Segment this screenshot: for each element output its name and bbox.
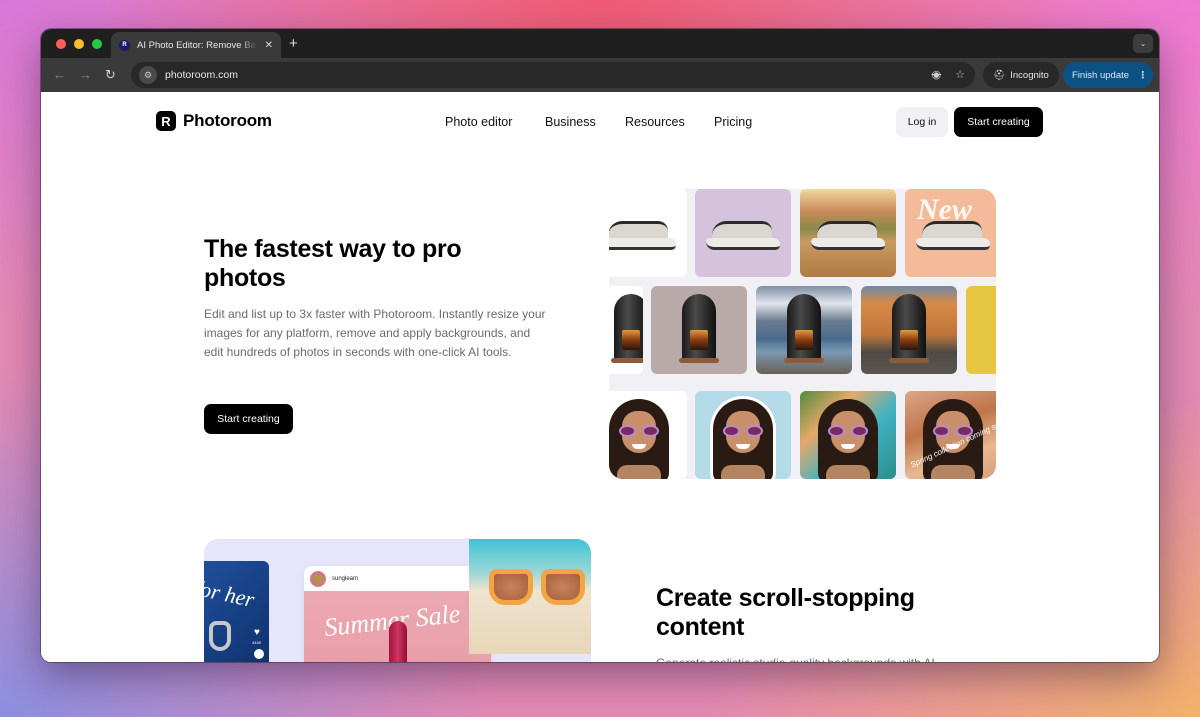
like-count: 4445: [252, 640, 261, 645]
gallery-tile-sneaker-peach: New: [905, 189, 996, 277]
gallery-tile-portrait-blue: [695, 391, 791, 479]
gallery-tile-portrait-beach: Spring collection coming soon: [905, 391, 996, 479]
for-her-text: for her: [204, 574, 257, 613]
start-creating-header-button[interactable]: Start creating: [954, 107, 1043, 137]
sunglasses-beach-image: [469, 539, 591, 654]
forward-arrow-icon[interactable]: →: [79, 67, 92, 82]
post-header: sungleam •••: [304, 566, 491, 591]
social-post-preview: sungleam ••• Summer Sale: [304, 566, 491, 662]
gallery-tile-coffee-white: [609, 286, 643, 374]
incognito-label: Incognito: [1010, 69, 1049, 81]
hero-title: The fastest way to pro photos: [204, 235, 462, 292]
feature-description: Generate realistic studio-quality backgr…: [656, 654, 1001, 662]
post-username: sungleam: [332, 575, 359, 582]
nav-resources[interactable]: Resources: [625, 115, 714, 129]
nav-photo-editor[interactable]: Photo editor: [445, 115, 545, 129]
bookmark-star-icon[interactable]: ☆: [955, 68, 965, 81]
minimize-window-button[interactable]: [74, 39, 84, 49]
browser-window: R AI Photo Editor: Remove Background ✕ +…: [41, 29, 1159, 662]
heart-icon: ♥: [254, 627, 260, 638]
gallery-tile-portrait-white: [609, 391, 687, 479]
incognito-icon: ⛑: [993, 69, 1006, 81]
main-nav: Photo editor Business Resources Pricing: [445, 115, 774, 129]
sneaker-image: [811, 220, 885, 250]
reload-icon[interactable]: ↻: [105, 67, 116, 83]
gallery-tile-sneaker-lilac: [695, 189, 791, 277]
login-button[interactable]: Log in: [896, 107, 948, 137]
back-arrow-icon[interactable]: ←: [53, 67, 66, 82]
feature-title: Create scroll-stopping content: [656, 584, 915, 641]
coffee-machine-image: [889, 294, 929, 366]
hero-gallery: New Spring collection coming soon: [609, 189, 996, 479]
close-window-button[interactable]: [56, 39, 66, 49]
gallery-tile-portrait-tropical: [800, 391, 896, 479]
avatar: [310, 570, 326, 587]
webpage: R Photoroom Photo editor Business Resour…: [41, 92, 1159, 662]
nav-business[interactable]: Business: [545, 115, 625, 129]
woman-portrait-image: [609, 399, 669, 479]
gallery-tile-coffee-mountain: [756, 286, 852, 374]
tab-search-chevron-icon[interactable]: ⌄: [1133, 34, 1153, 53]
earring-image: [209, 621, 231, 651]
sneaker-image: [706, 220, 780, 250]
lipstick-image: [389, 621, 407, 662]
eye-off-icon[interactable]: ◉: [932, 68, 942, 81]
nav-pricing[interactable]: Pricing: [714, 115, 774, 129]
tab-strip: R AI Photo Editor: Remove Background ✕ +…: [41, 29, 1159, 58]
finish-update-button[interactable]: Finish update ⋮: [1063, 62, 1153, 88]
address-bar[interactable]: ⚙ photoroom.com ◉ ☆: [131, 62, 975, 88]
comment-icon: [254, 649, 264, 659]
photoroom-favicon-icon: R: [119, 39, 130, 51]
site-settings-icon[interactable]: ⚙: [139, 66, 157, 84]
coffee-machine-image: [679, 294, 719, 366]
woman-portrait-image: [713, 399, 773, 479]
hero-description: Edit and list up to 3x faster with Photo…: [204, 307, 546, 359]
logo-text: Photoroom: [183, 111, 272, 130]
coffee-machine-image: [611, 294, 643, 366]
woman-portrait-image: [818, 399, 878, 479]
gallery-tile-coffee-yellow: [966, 286, 996, 374]
logo-mark-icon: R: [156, 111, 176, 131]
close-tab-icon[interactable]: ✕: [265, 40, 273, 51]
gallery-tile-sneaker-white: [609, 189, 687, 277]
photoroom-logo[interactable]: R Photoroom: [156, 111, 272, 131]
summer-sale-image: Summer Sale: [304, 591, 491, 662]
kebab-menu-icon[interactable]: ⋮: [1138, 70, 1148, 81]
gallery-tile-coffee-dunes: [861, 286, 957, 374]
finish-update-label: Finish update: [1072, 69, 1130, 81]
sneaker-image: [916, 220, 990, 250]
start-creating-hero-button[interactable]: Start creating: [204, 404, 293, 434]
feature-showcase-card: for her ♥ 4445 sungleam ••• Summer Sale: [204, 539, 591, 662]
gallery-tile-coffee-taupe: [651, 286, 747, 374]
sneaker-image: [609, 220, 676, 250]
window-controls: [56, 39, 102, 49]
jewelry-post-preview: for her ♥ 4445: [204, 561, 269, 662]
tab-title: AI Photo Editor: Remove Background: [137, 39, 257, 51]
maximize-window-button[interactable]: [92, 39, 102, 49]
sunglasses-image: [479, 569, 589, 614]
browser-tab[interactable]: R AI Photo Editor: Remove Background ✕: [111, 32, 281, 58]
new-tab-icon[interactable]: +: [289, 35, 298, 52]
coffee-machine-image: [784, 294, 824, 366]
incognito-indicator[interactable]: ⛑ Incognito: [983, 62, 1059, 88]
browser-toolbar: ← → ↻ ⚙ photoroom.com ◉ ☆ ⛑ Incognito Fi…: [41, 58, 1159, 92]
gallery-tile-sneaker-desert: [800, 189, 896, 277]
url-text[interactable]: photoroom.com: [165, 69, 238, 81]
